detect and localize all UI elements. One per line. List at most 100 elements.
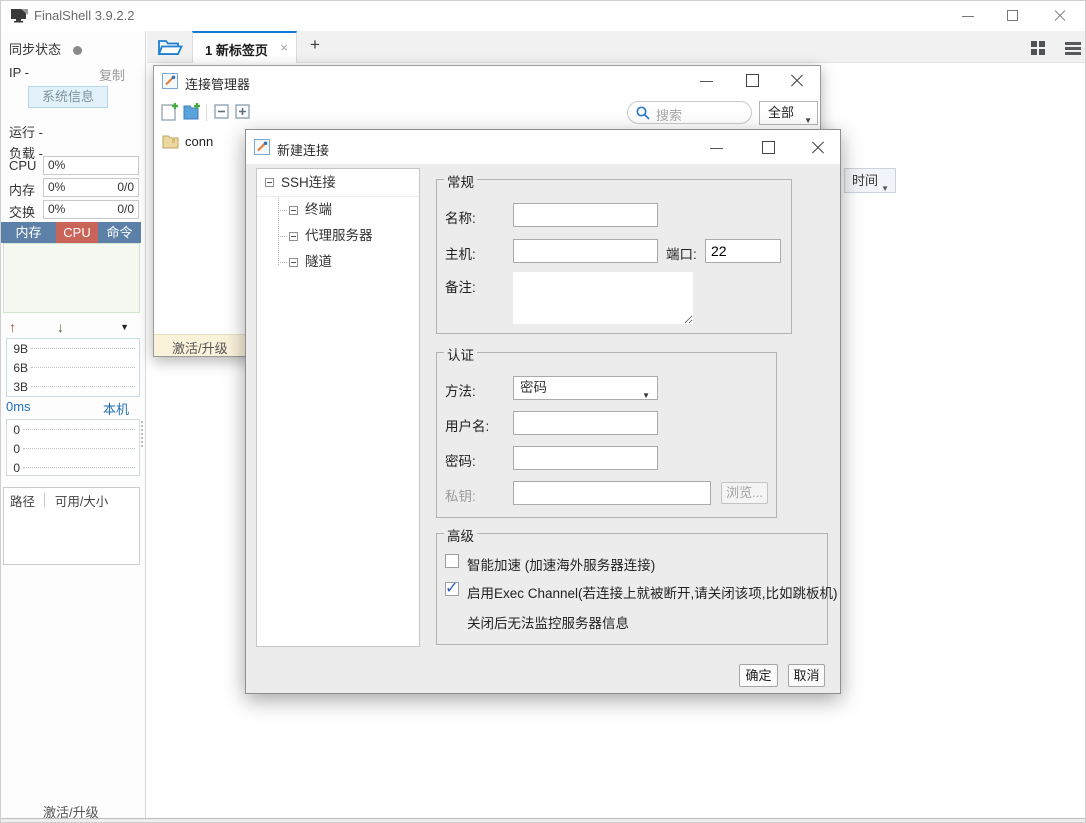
check-icon: ✓	[445, 578, 458, 598]
advanced-group: 高级 智能加速 (加速海外服务器连接) ✓ 启用Exec Channel(若连接…	[436, 533, 828, 645]
connmgr-maximize-button[interactable]	[740, 71, 766, 91]
app-title: FinalShell 3.9.2.2	[34, 8, 134, 23]
ping-tick: 0	[7, 442, 23, 456]
ok-button[interactable]: 确定	[739, 664, 778, 687]
new-tab-button[interactable]: +	[305, 35, 325, 55]
memory-stat-value: 0%0/0	[43, 178, 139, 197]
tab-command[interactable]: 命令	[98, 222, 141, 243]
tab-cpu[interactable]: CPU	[56, 222, 98, 243]
open-folder-icon[interactable]	[157, 37, 183, 57]
tree-item-label: 终端	[305, 197, 332, 223]
password-label: 密码:	[445, 450, 476, 470]
search-icon	[636, 106, 650, 120]
filter-dropdown[interactable]: 全部 ▼	[759, 101, 818, 125]
column-divider: │	[41, 493, 49, 507]
connmgr-minimize-button[interactable]	[694, 71, 720, 91]
java-app-icon	[162, 73, 178, 89]
username-input[interactable]	[513, 411, 658, 435]
layout-grid-icon[interactable]	[1031, 41, 1046, 56]
tree-collapse-icon[interactable]	[289, 258, 298, 267]
new-connection-icon[interactable]	[161, 102, 180, 121]
privatekey-label: 私钥:	[445, 485, 476, 505]
tab-close-icon[interactable]: ×	[280, 40, 288, 55]
filter-value: 全部	[768, 105, 794, 120]
port-input[interactable]	[705, 239, 781, 263]
time-sort-dropdown[interactable]: 时间 ▼	[844, 168, 896, 193]
status-bar	[1, 818, 1086, 823]
name-input[interactable]	[513, 203, 658, 227]
chevron-down-icon[interactable]: ▼	[120, 322, 129, 332]
network-arrows-row: ↑ ↓ ▼	[1, 319, 141, 337]
tree-collapse-icon[interactable]	[265, 178, 274, 187]
host-input[interactable]	[513, 239, 658, 263]
cpu-stat-label: CPU	[9, 158, 41, 173]
note-label: 备注:	[445, 276, 476, 296]
tree-item-terminal[interactable]: 终端	[257, 197, 419, 223]
tree-item-proxy[interactable]: 代理服务器	[257, 223, 419, 249]
tab-label: 1 新标签页	[205, 40, 268, 59]
collapse-all-icon[interactable]	[214, 104, 229, 119]
sidebar-monitor-panel: 同步状态 IP - 复制 系统信息 运行 - 负载 - CPU 0% 内存 0%…	[1, 31, 146, 819]
name-label: 名称:	[445, 207, 476, 227]
host-label: 主机:	[445, 243, 476, 263]
window-minimize-button[interactable]	[951, 1, 985, 31]
exec-channel-label: 启用Exec Channel(若连接上就被断开,请关闭该项,比如跳板机)	[467, 582, 838, 602]
download-arrow-icon: ↓	[57, 319, 64, 335]
tree-item-tunnel[interactable]: 隧道	[257, 249, 419, 275]
note-textarea[interactable]	[513, 272, 693, 324]
sync-status-row: 同步状态	[9, 39, 82, 58]
folder-icon	[162, 134, 179, 149]
sidebar-drag-handle[interactable]	[141, 421, 143, 447]
smart-accel-checkbox[interactable]	[445, 554, 459, 568]
net-tick: 9B	[7, 342, 31, 356]
password-input[interactable]	[513, 446, 658, 470]
method-dropdown[interactable]: 密码 ▼	[513, 376, 658, 400]
exec-channel-checkbox[interactable]: ✓	[445, 582, 459, 596]
connection-folder-item[interactable]: conn	[162, 134, 213, 149]
connmgr-close-button[interactable]	[784, 71, 810, 91]
newconn-maximize-button[interactable]	[756, 138, 782, 158]
search-placeholder: 搜索	[656, 105, 682, 124]
tab-memory[interactable]: 内存	[1, 222, 56, 243]
system-info-button[interactable]: 系统信息	[28, 86, 108, 108]
disk-col-path: 路径	[10, 491, 35, 510]
menu-icon[interactable]	[1065, 42, 1081, 57]
activate-upgrade-link[interactable]: 激活/升级	[172, 338, 228, 357]
disk-col-size: 可用/大小	[55, 491, 108, 510]
monitor-tabs: 内存 CPU 命令	[1, 222, 141, 243]
browse-button[interactable]: 浏览...	[721, 482, 768, 504]
privatekey-input[interactable]	[513, 481, 711, 505]
window-maximize-button[interactable]	[996, 1, 1030, 31]
finalshell-window: FinalShell 3.9.2.2 同步状态 IP - 复制 系统信息 运行 …	[0, 0, 1086, 823]
expand-all-icon[interactable]	[235, 104, 250, 119]
memory-stat-label: 内存	[9, 180, 41, 199]
cancel-button[interactable]: 取消	[788, 664, 825, 687]
swap-stat-value: 0%0/0	[43, 200, 139, 219]
chevron-down-icon: ▼	[642, 385, 650, 407]
copy-ip-link[interactable]: 复制	[99, 65, 125, 84]
time-sort-label: 时间	[852, 173, 878, 188]
smart-accel-label: 智能加速 (加速海外服务器连接)	[467, 554, 655, 574]
window-close-button[interactable]	[1043, 1, 1077, 31]
folder-name: conn	[185, 134, 213, 149]
auth-group: 认证 方法: 密码 ▼ 用户名: 密码: 私钥: 浏览...	[436, 352, 777, 518]
search-box[interactable]: 搜索	[627, 101, 752, 124]
newconn-close-button[interactable]	[805, 138, 831, 158]
newconn-title: 新建连接	[277, 140, 329, 159]
ping-host-label[interactable]: 本机	[103, 399, 129, 418]
new-connection-dialog: 新建连接 SSH连接 终端 代理服务器 隧道	[245, 129, 841, 694]
tree-item-label: 代理服务器	[305, 223, 373, 249]
network-chart: 9B 6B 3B	[6, 338, 140, 397]
toolbar-divider	[206, 104, 207, 121]
sync-status-dot-icon	[73, 46, 82, 55]
newconn-minimize-button[interactable]	[704, 138, 730, 158]
tab-new-page[interactable]: 1 新标签页 ×	[192, 31, 297, 63]
ping-tick: 0	[7, 423, 23, 437]
new-folder-icon[interactable]	[183, 102, 202, 121]
general-legend: 常规	[444, 171, 477, 191]
net-tick: 6B	[7, 361, 31, 375]
tree-collapse-icon[interactable]	[289, 232, 298, 241]
tree-collapse-icon[interactable]	[289, 206, 298, 215]
tree-item-ssh[interactable]: SSH连接	[257, 169, 419, 197]
ping-value: 0ms	[6, 399, 31, 414]
